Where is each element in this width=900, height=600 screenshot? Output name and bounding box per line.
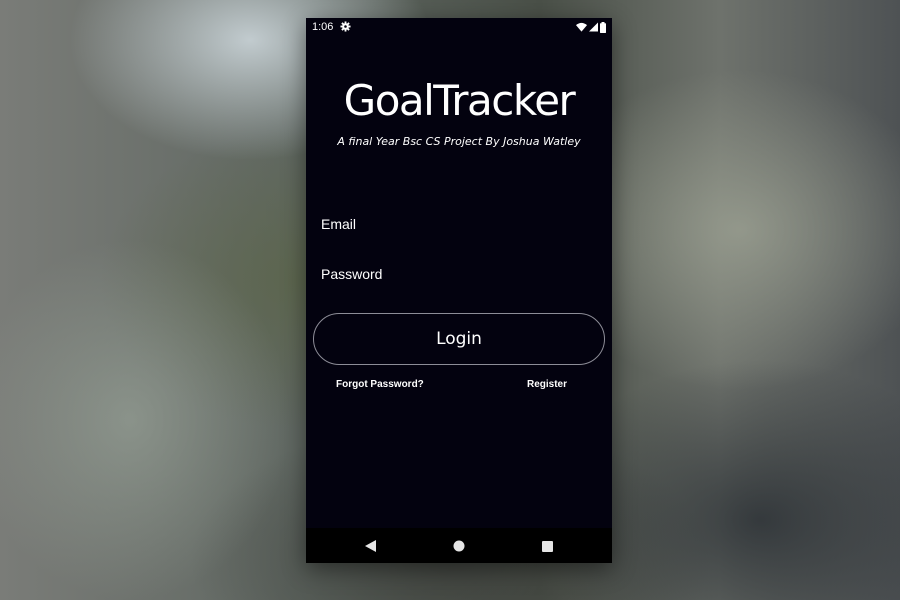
register-link[interactable]: Register (527, 379, 567, 390)
back-icon (364, 540, 376, 552)
back-button[interactable] (361, 537, 379, 555)
app-title: GoalTracker (343, 76, 576, 125)
app-subtitle: A final Year Bsc CS Project By Joshua Wa… (337, 135, 581, 148)
login-button[interactable]: Login (313, 313, 605, 365)
status-icons (576, 21, 606, 33)
home-button[interactable] (450, 537, 468, 555)
status-bar: 1:06 (306, 18, 612, 38)
wifi-icon (576, 22, 587, 32)
signal-icon (589, 22, 598, 32)
navigation-bar (306, 528, 612, 563)
status-time: 1:06 (312, 21, 334, 33)
recents-button[interactable] (538, 537, 556, 555)
home-icon (453, 540, 465, 552)
battery-icon (600, 21, 606, 33)
recents-icon (541, 540, 553, 552)
email-field[interactable] (321, 212, 597, 236)
phone-screen: 1:06 GoalTracker A final Year Bsc CS Pro… (306, 18, 612, 563)
password-field[interactable] (321, 262, 597, 286)
forgot-password-link[interactable]: Forgot Password? (336, 379, 424, 390)
settings-icon (340, 21, 351, 32)
